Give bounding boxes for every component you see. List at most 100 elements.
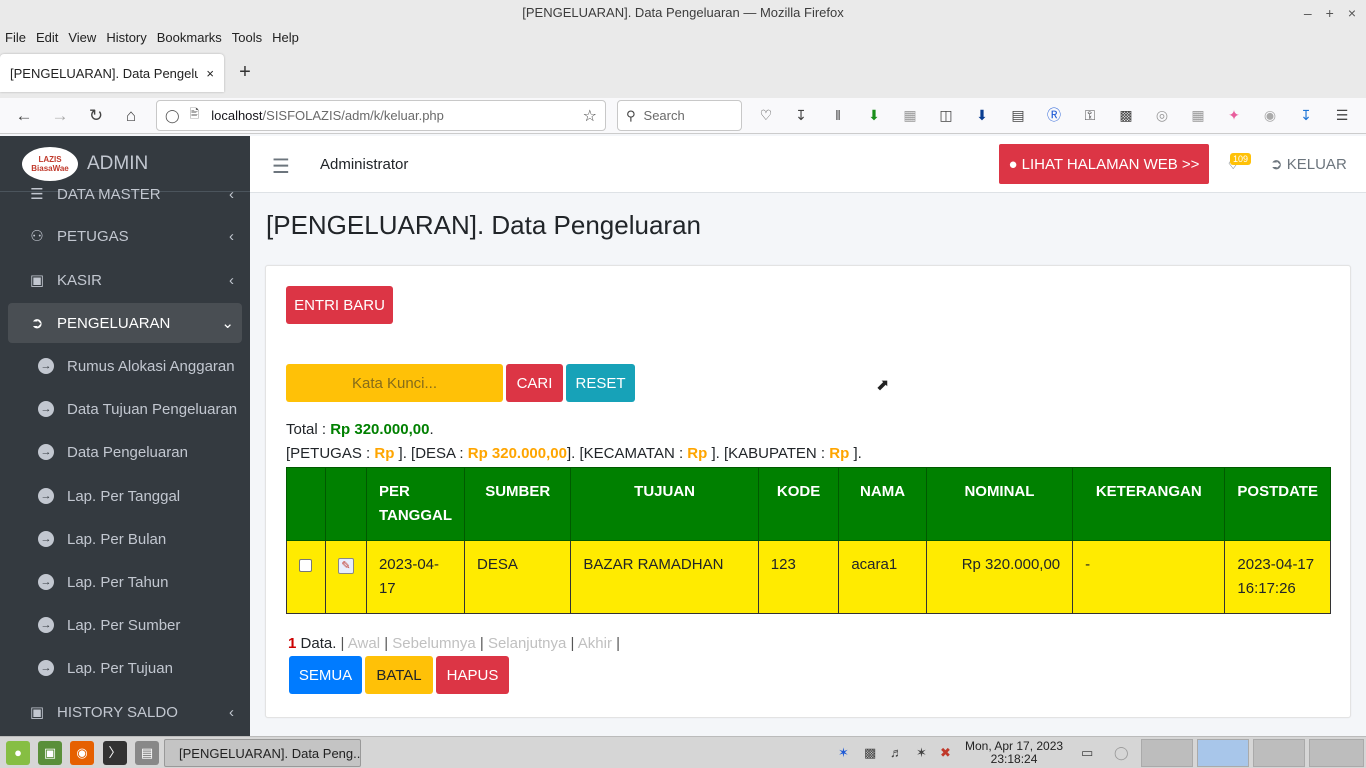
view-website-button[interactable]: ● LIHAT HALAMAN WEB >>	[999, 144, 1209, 184]
column-header-tujuan[interactable]: TUJUAN	[570, 467, 759, 541]
workspace-1[interactable]	[1141, 739, 1193, 767]
delete-button[interactable]: HAPUS	[436, 656, 509, 694]
menu-file[interactable]: File	[5, 30, 26, 45]
qr-icon[interactable]: ▩	[1116, 105, 1136, 125]
sidebar-item-data-master[interactable]: ☰ DATA MASTER ‹	[8, 174, 242, 214]
minimize-button[interactable]: –	[1304, 0, 1312, 26]
sidebar-subitem-rumus-alokasi[interactable]: → Rumus Alokasi Anggaran	[8, 346, 242, 386]
pager-last-link[interactable]: Akhir	[578, 635, 612, 652]
maximize-button[interactable]: +	[1326, 0, 1334, 26]
workspace-3[interactable]	[1253, 739, 1305, 767]
select-all-button[interactable]: SEMUA	[289, 656, 362, 694]
pager-prev-link[interactable]: Sebelumnya	[392, 635, 475, 652]
addon-icon[interactable]: ▦	[1188, 105, 1208, 125]
files-icon[interactable]: ▤	[135, 741, 159, 765]
menu-view[interactable]: View	[68, 30, 96, 45]
reset-button[interactable]: RESET	[566, 364, 635, 402]
sidebar-subitem-lap-sumber[interactable]: → Lap. Per Sumber	[8, 605, 242, 645]
menu-edit[interactable]: Edit	[36, 30, 58, 45]
column-header-keterangan[interactable]: KETERANGAN	[1072, 467, 1226, 541]
cancel-button[interactable]: BATAL	[365, 656, 433, 694]
sidebar-item-pengeluaran[interactable]: ➲ PENGELUARAN ⌄	[8, 303, 242, 343]
sidebar-item-history-saldo[interactable]: ▣ HISTORY SALDO ‹	[8, 692, 242, 732]
column-header-tanggal[interactable]: PER TANGGAL	[365, 467, 466, 541]
firefox-launcher-icon[interactable]: ◉	[70, 741, 94, 765]
network-icon[interactable]: ▩	[864, 745, 876, 761]
clock[interactable]: Mon, Apr 17, 2023 23:18:24	[965, 740, 1063, 766]
search-bar[interactable]: ⚲ Search	[617, 100, 742, 131]
sidebar-icon[interactable]: ◫	[936, 105, 956, 125]
library-icon[interactable]: ‖	[828, 105, 848, 125]
bookmark-star-icon[interactable]: ☆	[583, 106, 597, 126]
reload-icon[interactable]: ↻	[85, 105, 107, 127]
downloads-icon[interactable]: ↧	[791, 105, 811, 125]
battery-icon[interactable]: ▭	[1081, 745, 1093, 761]
sidebar-subitem-lap-tahun[interactable]: → Lap. Per Tahun	[8, 562, 242, 602]
menu-help[interactable]: Help	[272, 30, 299, 45]
sidebar-subitem-lap-bulan[interactable]: → Lap. Per Bulan	[8, 519, 242, 559]
ruler-icon[interactable]: ▤	[1008, 105, 1028, 125]
workspace-2[interactable]	[1197, 739, 1249, 767]
zotero-icon[interactable]: Ⓡ	[1044, 105, 1064, 125]
pager-next-link[interactable]: Selanjutnya	[488, 635, 566, 652]
column-header-sumber[interactable]: SUMBER	[463, 467, 572, 541]
new-tab-button[interactable]: +	[234, 62, 256, 84]
lock-icon[interactable]: ⚿	[1080, 105, 1100, 125]
color-icon[interactable]: ✦	[1224, 105, 1244, 125]
column-header-nominal[interactable]: NOMINAL	[925, 467, 1074, 541]
volume-icon[interactable]: ♬	[890, 745, 903, 760]
download-arrow-icon[interactable]: ↧	[1296, 105, 1316, 125]
sidebar-item-kasir[interactable]: ▣ KASIR ‹	[8, 260, 242, 300]
logout-button[interactable]: ➲ KELUAR	[1270, 155, 1347, 173]
column-header-kode[interactable]: KODE	[757, 467, 840, 541]
power-icon[interactable]: ◯	[1114, 745, 1129, 761]
menu-history[interactable]: History	[106, 30, 146, 45]
back-icon[interactable]: ←	[13, 105, 35, 127]
browser-tab[interactable]: [PENGELUARAN]. Data Pengeluaran ×	[0, 54, 224, 92]
row-checkbox[interactable]	[299, 559, 313, 572]
sidebar-subitem-lap-tanggal[interactable]: → Lap. Per Tanggal	[8, 476, 242, 516]
mint-menu-icon[interactable]: ●	[6, 741, 30, 765]
total-period: .	[429, 421, 434, 438]
globe-icon[interactable]: ◎	[1152, 105, 1172, 125]
url-bar[interactable]: ◯ 🖹 localhost/SISFOLAZIS/adm/k/keluar.ph…	[156, 100, 606, 131]
pocket-icon[interactable]: ♡	[756, 105, 776, 125]
shield-icon[interactable]: ◯	[165, 108, 180, 124]
column-header-postdate[interactable]: POSTDATE	[1224, 467, 1331, 541]
sidebar-item-petugas[interactable]: ⚇ PETUGAS ‹	[8, 216, 242, 256]
menu-hamburger-icon[interactable]: ☰	[1332, 105, 1352, 125]
column-header-nama[interactable]: NAMA	[838, 467, 927, 541]
bluetooth-tray-icon[interactable]: ✶	[916, 745, 927, 761]
home-icon[interactable]: ⌂	[120, 105, 142, 127]
forward-icon[interactable]: →	[49, 105, 71, 127]
page-info-icon[interactable]: 🖹	[190, 105, 200, 126]
workspace-4[interactable]	[1309, 739, 1364, 767]
sidebar-subitem-data-tujuan[interactable]: → Data Tujuan Pengeluaran	[8, 389, 242, 429]
sidebar-subitem-lap-tujuan[interactable]: → Lap. Per Tujuan	[8, 648, 242, 688]
sidebar-subitem-data-pengeluaran[interactable]: → Data Pengeluaran	[8, 432, 242, 472]
new-entry-button[interactable]: ENTRI BARU	[286, 286, 393, 324]
keyword-input[interactable]: Kata Kunci...	[286, 364, 503, 402]
save-icon[interactable]: ⬇	[972, 105, 992, 125]
menu-tools[interactable]: Tools	[232, 30, 262, 45]
pager-first-link[interactable]: Awal	[348, 635, 380, 652]
table-header-row: PER TANGGAL SUMBER TUJUAN KODE NAMA NOMI…	[286, 467, 1331, 541]
tab-strip: [PENGELUARAN]. Data Pengeluaran × +	[0, 48, 1366, 98]
taskbar-window-button[interactable]: [PENGELUARAN]. Data Peng...	[164, 739, 361, 767]
green-download-icon[interactable]: ⬇	[864, 105, 884, 125]
sidebar-toggle-icon[interactable]: ☰	[272, 154, 290, 179]
bluetooth-icon[interactable]: ✶	[838, 745, 849, 761]
record-count-label: Data.	[300, 635, 337, 652]
search-button[interactable]: CARI	[506, 364, 563, 402]
tab-close-button[interactable]: ×	[206, 66, 214, 81]
sidebar-item-label: KASIR	[57, 271, 103, 289]
close-window-button[interactable]: ×	[1348, 0, 1356, 26]
terminal-icon[interactable]: 〉	[103, 741, 127, 765]
record-icon[interactable]: ◉	[1260, 105, 1280, 125]
extension-icon[interactable]: ▦	[900, 105, 920, 125]
show-desktop-icon[interactable]: ▣	[38, 741, 62, 765]
edit-icon[interactable]: ✎	[337, 558, 354, 574]
menu-bookmarks[interactable]: Bookmarks	[157, 30, 222, 45]
circle-arrow-icon: →	[38, 358, 54, 374]
update-shield-icon[interactable]: ✖	[940, 745, 951, 761]
